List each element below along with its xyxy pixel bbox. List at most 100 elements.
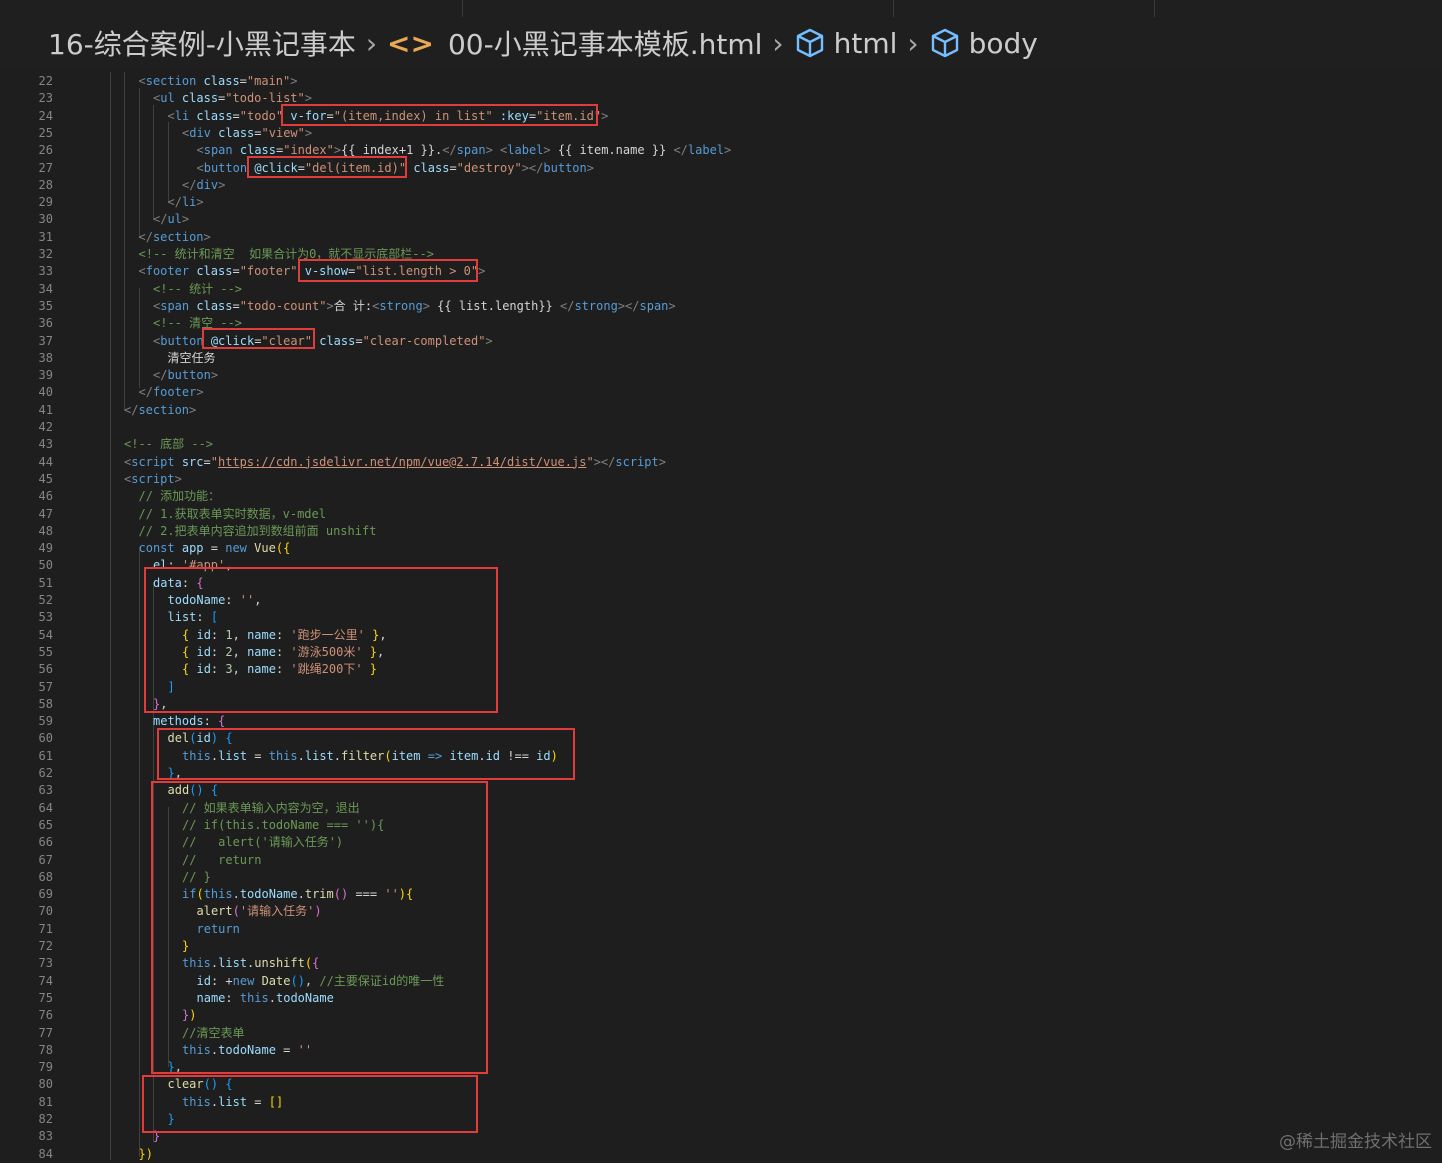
code-token: button: [203, 160, 248, 175]
code-token: >: [174, 471, 182, 486]
code-token: ></: [593, 454, 616, 469]
code-token: strong: [574, 298, 618, 313]
line-code: // 1.获取表单实时数据，v-mdel: [139, 506, 326, 523]
line-number: 71: [38, 921, 53, 936]
line-number: 69: [38, 887, 53, 902]
line-number: 27: [38, 160, 53, 175]
code-token: "clear-completed": [362, 333, 486, 348]
code-token: ></: [521, 160, 544, 175]
code-token: </: [442, 143, 457, 158]
indent-guide: [153, 105, 154, 220]
code-token: >: [196, 195, 204, 210]
code-token: <: [138, 264, 146, 279]
code-token: {: [218, 714, 226, 729]
line-number: 26: [38, 143, 53, 158]
code-token: </: [167, 195, 182, 210]
code-token: ": [210, 454, 218, 469]
line-number: 41: [38, 402, 53, 417]
breadcrumb-body[interactable]: body: [969, 27, 1038, 60]
code-token: class: [196, 298, 233, 313]
highlight-del-method: [157, 728, 575, 780]
line-number: 45: [38, 471, 53, 486]
code-token: </: [138, 385, 153, 400]
code-token: =: [232, 298, 240, 313]
code-token: :: [203, 714, 219, 729]
code-token: li: [174, 108, 190, 123]
line-number: 46: [38, 489, 53, 504]
code-token: ({: [275, 541, 291, 556]
code-token: div: [189, 125, 211, 140]
chevron-right-icon: ›: [772, 26, 784, 60]
code-token: 清空任务: [167, 350, 216, 365]
line-number: 81: [38, 1094, 53, 1109]
code-token: class: [413, 160, 450, 175]
line-code: <div class="view">: [182, 125, 312, 142]
cube-icon: [796, 28, 823, 58]
code-token: footer: [145, 264, 190, 279]
code-token: =: [449, 160, 457, 175]
line-number: 37: [38, 333, 53, 348]
line-code: </section>: [139, 229, 211, 246]
highlight-clear-click: [202, 328, 315, 349]
line-number: 76: [38, 1008, 53, 1023]
code-editor[interactable]: 22 <section class="main"> 23 <ul class="tod…: [0, 72, 1442, 1161]
breadcrumb-html[interactable]: html: [834, 27, 898, 60]
code-token: >: [196, 385, 204, 400]
code-token: =: [203, 454, 211, 469]
line-code: <section class="main">: [139, 73, 298, 90]
line-number: 70: [38, 904, 53, 919]
line-number: 61: [38, 748, 53, 763]
code-token: "todo-count": [239, 298, 327, 313]
line-number: 68: [38, 869, 53, 884]
code-token: </: [182, 177, 197, 192]
line-code: 清空任务: [168, 350, 216, 367]
code-token: script: [131, 471, 175, 486]
line-code: // 2.把表单内容追加到数组前面 unshift: [139, 523, 377, 540]
code-token: >: [658, 454, 666, 469]
line-number: 25: [38, 125, 53, 140]
highlight-data-block: [144, 567, 498, 713]
code-token: div: [196, 177, 219, 192]
code-token: script: [615, 454, 659, 469]
breadcrumb: 16-综合案例-小黑记事本 › <> 00-小黑记事本模板.html › htm…: [0, 17, 1442, 69]
line-number: 72: [38, 939, 53, 953]
line-number: 55: [38, 644, 53, 659]
code-token: </: [138, 229, 153, 244]
code-token: =: [254, 125, 262, 140]
indent-guide: [168, 122, 169, 202]
code-token: li: [181, 195, 197, 210]
line-number: 30: [38, 212, 53, 227]
line-code: </ul>: [153, 211, 189, 228]
line-number: 47: [38, 506, 53, 521]
breadcrumb-folder[interactable]: 16-综合案例-小黑记事本: [48, 23, 356, 63]
breadcrumb-file[interactable]: 00-小黑记事本模板.html: [448, 23, 762, 63]
code-token: >: [668, 298, 676, 313]
editor-tab-bar: [0, 0, 1442, 17]
highlight-v-show: [298, 259, 478, 282]
code-token: // 1.获取表单实时数据，v-mdel: [138, 506, 326, 521]
code-token: >: [478, 264, 486, 279]
line-number: 51: [38, 575, 53, 590]
code-token: </: [124, 402, 139, 417]
code-token: >: [601, 108, 609, 123]
code-token: src: [181, 454, 204, 469]
highlight-clear-method: [142, 1075, 478, 1133]
line-number: 56: [38, 662, 53, 677]
code-token: span: [639, 298, 669, 313]
line-number: 74: [38, 973, 53, 988]
line-code: </li>: [168, 194, 204, 211]
code-token: "main": [246, 74, 291, 88]
code-token: class: [196, 264, 233, 279]
code-token: >: [543, 143, 551, 158]
line-number: 43: [38, 437, 53, 452]
line-number: 42: [38, 420, 53, 434]
code-token: <!-- 底部 -->: [124, 437, 214, 452]
code-token: methods: [153, 714, 204, 729]
code-token: app: [181, 541, 204, 556]
line-number: 66: [38, 835, 53, 850]
code-token: >: [290, 74, 298, 88]
code-token: section: [145, 74, 197, 88]
line-number: 33: [38, 264, 53, 279]
line-number: 59: [38, 714, 53, 729]
